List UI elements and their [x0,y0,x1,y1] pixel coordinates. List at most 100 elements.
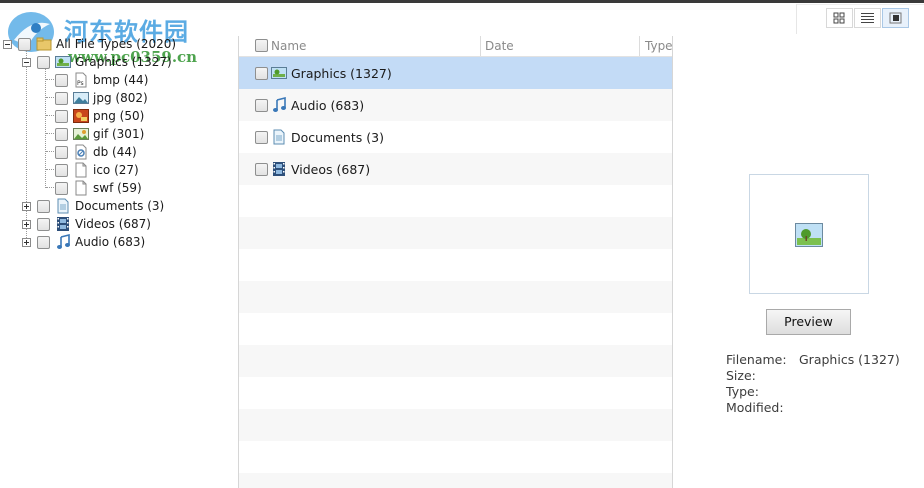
toolbar-divider [796,4,924,5]
list-row-empty [239,409,672,441]
list-row-audio[interactable]: Audio (683) [239,89,672,121]
tree-connector [46,169,54,170]
tree-item-db[interactable]: db (44) [55,143,137,161]
gif-file-icon [73,126,89,142]
expand-toggle[interactable] [22,201,31,211]
checkbox[interactable] [55,109,68,123]
image-icon [795,223,823,247]
tree-item-ico[interactable]: ico (27) [55,161,139,179]
list-row-name: Graphics (1327) [291,65,392,81]
checkbox[interactable] [55,163,68,177]
tree-item-label: swf (59) [93,181,142,195]
checkbox[interactable] [255,162,268,176]
film-icon [55,216,71,232]
collapse-toggle[interactable] [22,57,31,67]
checkbox[interactable] [37,235,50,249]
file-type-tree[interactable]: All File Types (2020) Graphics (1327) Ps… [0,34,236,474]
checkbox[interactable] [255,130,268,144]
tree-item-videos[interactable]: Videos (687) [22,215,151,233]
column-divider[interactable] [480,36,481,56]
list-row-graphics[interactable]: Graphics (1327) [239,57,672,89]
tree-item-label: Documents (3) [75,199,165,213]
checkbox[interactable] [55,91,68,105]
size-label: Size: [726,368,756,383]
grid-view-button[interactable] [826,8,853,28]
checkbox[interactable] [55,145,68,159]
column-divider[interactable] [639,36,640,56]
preview-pane-button[interactable] [882,8,909,28]
tree-item-bmp[interactable]: Ps bmp (44) [55,71,148,89]
list-row-videos[interactable]: Videos (687) [239,153,672,185]
type-label: Type: [726,384,759,399]
checkbox[interactable] [37,55,50,69]
tree-item-label: db (44) [93,145,137,159]
column-header-type[interactable]: Type [645,36,673,56]
file-list[interactable]: Name Date Type Graphics (1327) Audio (68… [238,36,673,488]
checkbox[interactable] [55,127,68,141]
checkbox[interactable] [18,37,31,51]
preview-button[interactable]: Preview [766,309,851,335]
tree-item-graphics[interactable]: Graphics (1327) [22,53,172,71]
tree-connector [46,151,54,152]
checkbox[interactable] [37,199,50,213]
blank-file-icon [73,162,89,178]
tree-item-label: All File Types (2020) [56,37,177,51]
expand-toggle[interactable] [22,237,31,247]
view-mode-buttons [826,8,910,28]
collapse-toggle[interactable] [3,39,12,49]
list-row-documents[interactable]: Documents (3) [239,121,672,153]
list-row-empty [239,313,672,345]
jpg-file-icon [73,90,89,106]
tree-item-label: bmp (44) [93,73,149,87]
tree-connector [46,187,54,188]
tree-item-documents[interactable]: Documents (3) [22,197,164,215]
db-file-icon [73,144,89,160]
blank-file-icon [73,180,89,196]
tree-item-label: Graphics (1327) [75,55,172,69]
preview-pane-icon [889,12,902,24]
list-row-empty [239,281,672,313]
list-row-empty [239,473,672,488]
preview-thumbnail-box [749,174,869,294]
list-row-empty [239,217,672,249]
bmp-file-icon: Ps [73,72,89,88]
tree-item-all-file-types[interactable]: All File Types (2020) [3,35,176,53]
tree-item-audio[interactable]: Audio (683) [22,233,145,251]
tree-item-label: png (50) [93,109,145,123]
list-row-name: Documents (3) [291,129,384,145]
image-icon [271,65,287,81]
tree-connector [46,133,54,134]
column-header-name[interactable]: Name [271,36,306,56]
tree-item-gif[interactable]: gif (301) [55,125,144,143]
checkbox[interactable] [55,181,68,195]
window-top-border [0,0,924,3]
png-file-icon [73,108,89,124]
image-icon [55,54,71,70]
tree-item-jpg[interactable]: jpg (802) [55,89,148,107]
modified-label: Modified: [726,400,784,415]
expand-toggle[interactable] [22,219,31,229]
grid-view-icon [833,12,845,24]
checkbox[interactable] [37,217,50,231]
checkbox[interactable] [255,66,268,80]
svg-text:Ps: Ps [77,80,84,87]
tree-item-swf[interactable]: swf (59) [55,179,142,197]
tree-item-label: Audio (683) [75,235,146,249]
list-row-empty [239,377,672,409]
tree-connector [46,79,54,80]
tree-item-png[interactable]: png (50) [55,107,144,125]
tree-item-label: ico (27) [93,163,139,177]
checkbox[interactable] [55,73,68,87]
tree-connector [46,115,54,116]
list-row-name: Audio (683) [291,97,365,113]
list-body: Graphics (1327) Audio (683) Documents (3… [239,57,672,488]
document-icon [271,129,287,145]
checkbox[interactable] [255,98,268,112]
tree-item-label: gif (301) [93,127,145,141]
tree-connector [46,97,54,98]
list-row-empty [239,345,672,377]
list-view-button[interactable] [854,8,881,28]
select-all-checkbox[interactable] [255,39,268,52]
document-icon [55,198,71,214]
column-header-date[interactable]: Date [485,36,514,56]
